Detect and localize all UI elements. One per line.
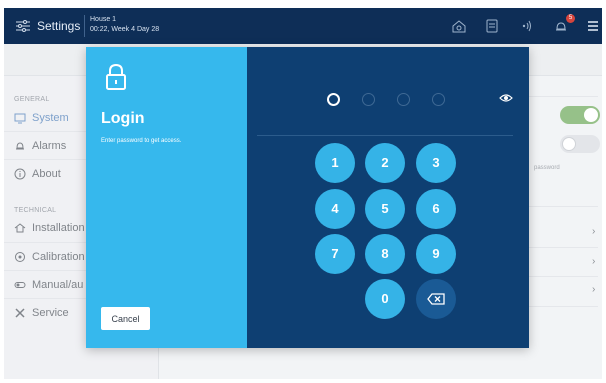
pin-dot-empty bbox=[432, 93, 445, 106]
title-separator bbox=[84, 15, 85, 37]
page-title: Settings bbox=[37, 19, 81, 33]
keypad-key-0[interactable]: 0 bbox=[365, 279, 405, 319]
login-title: Login bbox=[101, 110, 145, 127]
keypad-key-5[interactable]: 5 bbox=[365, 189, 405, 229]
backspace-icon bbox=[427, 293, 445, 305]
keypad-key-7[interactable]: 7 bbox=[315, 234, 355, 274]
pin-dot-empty bbox=[362, 93, 375, 106]
keypad-key-4[interactable]: 4 bbox=[315, 189, 355, 229]
cancel-button[interactable]: Cancel bbox=[101, 307, 150, 330]
top-bar: Settings House 1 00:22, Week 4 Day 28 5 bbox=[4, 8, 602, 44]
lock-icon bbox=[106, 63, 126, 90]
keypad-key-2[interactable]: 2 bbox=[365, 143, 405, 183]
wireless-signal-icon[interactable] bbox=[518, 18, 534, 34]
pin-dot-empty bbox=[397, 93, 410, 106]
keypad-key-1[interactable]: 1 bbox=[315, 143, 355, 183]
login-info-panel: Login Enter password to get access. Canc… bbox=[86, 47, 247, 348]
login-subtitle: Enter password to get access. bbox=[101, 138, 182, 144]
house-time: 00:22, Week 4 Day 28 bbox=[90, 26, 160, 33]
pin-dot-filled bbox=[327, 93, 340, 106]
keypad-key-3[interactable]: 3 bbox=[416, 143, 456, 183]
home-shield-icon[interactable] bbox=[451, 18, 467, 34]
keypad-key-8[interactable]: 8 bbox=[365, 234, 405, 274]
hamburger-menu-icon[interactable] bbox=[585, 18, 601, 34]
backspace-button[interactable] bbox=[416, 279, 456, 319]
house-name: House 1 bbox=[90, 16, 117, 23]
settings-sliders-icon[interactable] bbox=[16, 20, 30, 32]
house-info[interactable]: House 1 00:22, Week 4 Day 28 bbox=[90, 15, 159, 35]
keypad-key-6[interactable]: 6 bbox=[416, 189, 456, 229]
keypad-panel: 1 2 3 4 5 6 7 8 9 0 bbox=[247, 47, 529, 348]
keypad-key-9[interactable]: 9 bbox=[416, 234, 456, 274]
eye-icon[interactable] bbox=[499, 93, 513, 103]
calendar-icon[interactable] bbox=[484, 18, 500, 34]
login-dialog: Login Enter password to get access. Canc… bbox=[86, 47, 529, 348]
pin-divider bbox=[257, 135, 513, 136]
notification-badge: 5 bbox=[566, 14, 575, 23]
